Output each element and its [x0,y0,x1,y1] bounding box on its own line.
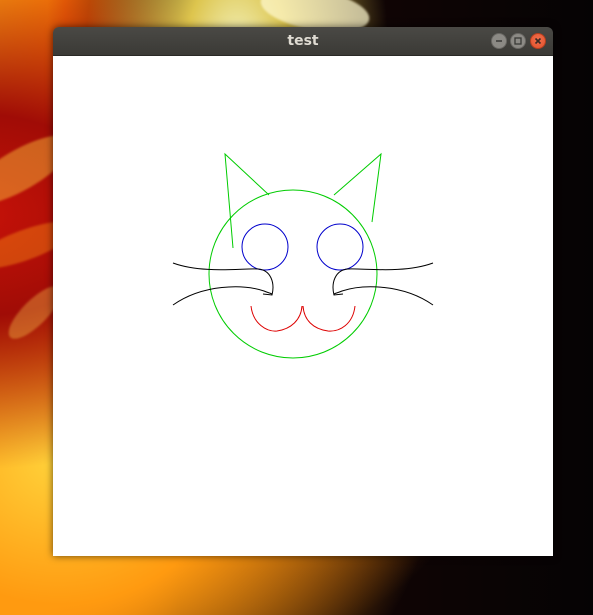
minimize-icon [496,40,502,42]
cat-left-whisker-bottom [172,286,273,306]
cat-mouth-left [250,305,303,332]
title-bar[interactable]: test [53,27,553,56]
cat-head-circle [208,189,378,359]
cat-right-whisker-top [332,262,434,296]
close-icon [534,37,542,45]
maximize-button[interactable] [510,33,526,49]
cat-right-ear [333,152,382,223]
close-button[interactable] [530,33,546,49]
app-window: test [53,27,553,556]
drawing-canvas[interactable] [53,56,553,556]
window-title: test [287,33,319,49]
cat-left-ear [224,152,270,249]
cat-left-eye [241,223,289,271]
cat-mouth-right [302,305,356,332]
cat-right-eye [316,223,364,271]
cat-left-whisker-top [172,262,274,296]
minimize-button[interactable] [491,33,507,49]
maximize-icon [514,37,522,45]
cat-drawing [172,152,434,359]
cat-right-whisker-bottom [333,286,434,306]
